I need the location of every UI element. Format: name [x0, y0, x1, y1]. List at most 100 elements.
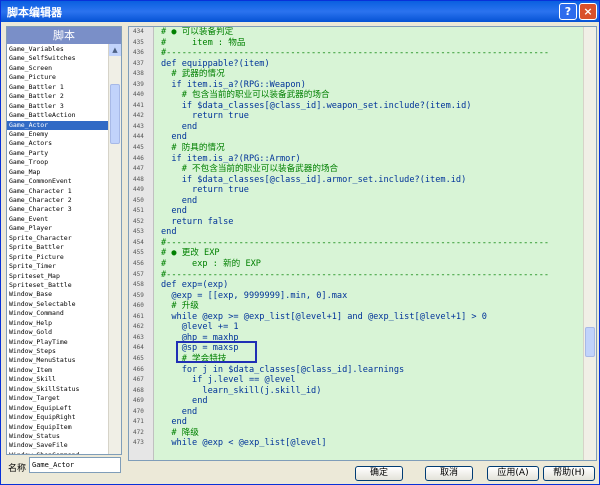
code-line[interactable]: 468 learn_skill(j.skill_id): [133, 386, 584, 397]
code-line[interactable]: 434 # ● 可以装备判定: [133, 27, 584, 38]
code-line[interactable]: 470 end: [133, 407, 584, 418]
script-list-item[interactable]: Window_Status: [7, 432, 110, 441]
script-list-item[interactable]: Window_Item: [7, 366, 110, 375]
code-line[interactable]: 437 def equippable?(item): [133, 59, 584, 70]
code-line[interactable]: 473 while @exp < @exp_list[@level]: [133, 438, 584, 449]
code-line[interactable]: 459 @exp = [[exp, 9999999].min, 0].max: [133, 291, 584, 302]
code-line[interactable]: 471 end: [133, 417, 584, 428]
script-list-item[interactable]: Spriteset_Battle: [7, 281, 110, 290]
code-line[interactable]: 448 if $data_classes[@class_id].armor_se…: [133, 175, 584, 186]
code-line[interactable]: 456 # exp : 新的 EXP: [133, 259, 584, 270]
editor-scroll-thumb[interactable]: [585, 327, 595, 357]
name-label: 名称: [8, 464, 27, 474]
script-list-item[interactable]: Window_Gold: [7, 328, 110, 337]
script-list-item[interactable]: Game_Battler 2: [7, 92, 110, 101]
code-line[interactable]: 445 # 防具的情况: [133, 143, 584, 154]
code-line[interactable]: 447 # 不包含当前的职业可以装备武器的场合: [133, 164, 584, 175]
code-line[interactable]: 440 # 包含当前的职业可以装备武器的场合: [133, 90, 584, 101]
code-text: end: [161, 132, 187, 143]
help-button[interactable]: 帮助(H): [543, 466, 595, 481]
script-list-item[interactable]: Sprite_Character: [7, 234, 110, 243]
script-list-item[interactable]: Window_Command: [7, 309, 110, 318]
script-list-item[interactable]: Spriteset_Map: [7, 272, 110, 281]
scroll-up-icon[interactable]: ▲: [109, 44, 121, 56]
code-line[interactable]: 449 return true: [133, 185, 584, 196]
script-list-item[interactable]: Window_EquipLeft: [7, 404, 110, 413]
script-list-item[interactable]: Window_Skill: [7, 375, 110, 384]
code-line[interactable]: 455 # ● 更改 EXP: [133, 248, 584, 259]
script-list-item[interactable]: Window_Steps: [7, 347, 110, 356]
script-list-item[interactable]: Window_SaveFile: [7, 441, 110, 450]
code-line[interactable]: 472 # 降级: [133, 428, 584, 439]
code-line[interactable]: 438 # 武器的情况: [133, 69, 584, 80]
code-line[interactable]: 453 end: [133, 227, 584, 238]
code-text: # 升级: [161, 301, 199, 312]
code-line[interactable]: 466 for j in $data_classes[@class_id].le…: [133, 365, 584, 376]
script-list-item[interactable]: Game_Actors: [7, 139, 110, 148]
script-list-item[interactable]: Game_Screen: [7, 64, 110, 73]
script-list-item[interactable]: Window_PlayTime: [7, 338, 110, 347]
close-button[interactable]: ×: [579, 3, 597, 20]
script-list-item[interactable]: Sprite_Timer: [7, 262, 110, 271]
script-list-item[interactable]: Game_BattleAction: [7, 111, 110, 120]
script-list-item[interactable]: Window_Selectable: [7, 300, 110, 309]
code-line[interactable]: 451 end: [133, 206, 584, 217]
script-list-item[interactable]: Game_Party: [7, 149, 110, 158]
script-list-item[interactable]: Window_Base: [7, 290, 110, 299]
script-list-item[interactable]: Window_SkillStatus: [7, 385, 110, 394]
scroll-thumb[interactable]: [110, 84, 120, 144]
code-line[interactable]: 450 end: [133, 196, 584, 207]
code-line[interactable]: 467 if j.level == @level: [133, 375, 584, 386]
code-line[interactable]: 461 while @exp >= @exp_list[@level+1] an…: [133, 312, 584, 323]
cancel-button[interactable]: 取消: [425, 466, 473, 481]
code-area[interactable]: 434 # ● 可以装备判定 435 # item : 物品 436 #---------…: [133, 27, 584, 449]
script-list-item[interactable]: Game_Map: [7, 168, 110, 177]
apply-button[interactable]: 应用(A): [487, 466, 539, 481]
code-line[interactable]: 446 if item.is_a?(RPG::Armor): [133, 154, 584, 165]
script-list-item[interactable]: Game_CommonEvent: [7, 177, 110, 186]
code-line[interactable]: 458 def exp=(exp): [133, 280, 584, 291]
script-list-item[interactable]: Window_MenuStatus: [7, 356, 110, 365]
script-list-item[interactable]: Game_Battler 1: [7, 83, 110, 92]
script-list-item[interactable]: Window_Help: [7, 319, 110, 328]
code-line[interactable]: 442 return true: [133, 111, 584, 122]
script-list-item[interactable]: Game_Actor: [7, 120, 110, 130]
code-text: #---------------------------------------…: [161, 237, 550, 248]
editor-scrollbar[interactable]: [583, 27, 596, 460]
code-editor[interactable]: 434 # ● 可以装备判定 435 # item : 物品 436 #---------…: [128, 26, 597, 461]
script-list-scrollbar[interactable]: ▲: [108, 44, 121, 454]
script-list-item[interactable]: Game_Picture: [7, 73, 110, 82]
code-line[interactable]: 462 @level += 1: [133, 322, 584, 333]
code-line[interactable]: 469 end: [133, 396, 584, 407]
script-list-item[interactable]: Window_EquipItem: [7, 423, 110, 432]
help-title-button[interactable]: ?: [559, 3, 577, 20]
script-list-item[interactable]: Game_Character 3: [7, 205, 110, 214]
script-list-item[interactable]: Window_Target: [7, 394, 110, 403]
script-list-item[interactable]: Game_Character 2: [7, 196, 110, 205]
script-list-item[interactable]: Window_EquipRight: [7, 413, 110, 422]
code-line[interactable]: 444 end: [133, 132, 584, 143]
script-list-item[interactable]: Game_Player: [7, 224, 110, 233]
script-list-item[interactable]: Game_Troop: [7, 158, 110, 167]
code-line[interactable]: 435 # item : 物品: [133, 38, 584, 49]
script-list-item[interactable]: Window_ShopCommand: [7, 451, 110, 454]
code-line[interactable]: 454 #------------------------------------…: [133, 237, 584, 249]
code-line[interactable]: 436 #------------------------------------…: [133, 48, 584, 59]
script-list-item[interactable]: Game_Character 1: [7, 187, 110, 196]
script-list-item[interactable]: Game_Event: [7, 215, 110, 224]
code-line[interactable]: 439 if item.is_a?(RPG::Weapon): [133, 80, 584, 91]
code-line[interactable]: 457 #------------------------------------…: [133, 270, 584, 281]
code-line[interactable]: 452 return false: [133, 217, 584, 228]
script-list-item[interactable]: Game_Battler 3: [7, 102, 110, 111]
ok-button[interactable]: 确定: [355, 466, 403, 481]
code-line[interactable]: 460 # 升级: [133, 301, 584, 312]
script-name-field[interactable]: Game_Actor: [29, 457, 121, 473]
code-line[interactable]: 443 end: [133, 122, 584, 133]
script-list-item[interactable]: Sprite_Picture: [7, 253, 110, 262]
script-list-item[interactable]: Game_SelfSwitches: [7, 54, 110, 63]
script-list-item[interactable]: Sprite_Battler: [7, 243, 110, 252]
script-list-item[interactable]: Game_Variables: [7, 45, 110, 54]
code-line[interactable]: 441 if $data_classes[@class_id].weapon_s…: [133, 101, 584, 112]
script-list-item[interactable]: Game_Enemy: [7, 130, 110, 139]
title-bar[interactable]: 脚本编辑器 ? ×: [1, 1, 599, 22]
